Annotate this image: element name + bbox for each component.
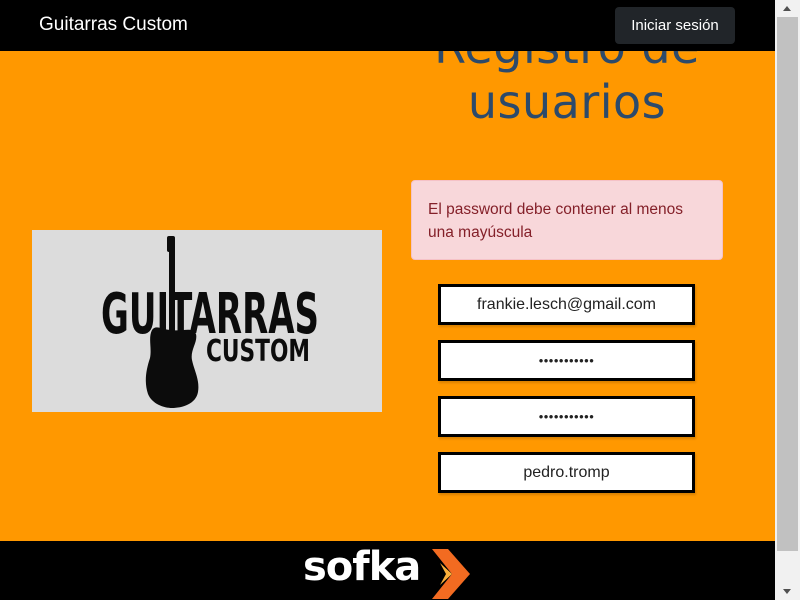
- sofka-arrow-icon: [432, 549, 470, 599]
- sofka-logo-text: sofka: [303, 544, 421, 590]
- scrollbar-thumb[interactable]: [777, 17, 798, 551]
- brand-link[interactable]: Guitarras Custom: [39, 14, 188, 36]
- password-confirm-field[interactable]: [438, 396, 695, 437]
- scroll-up-arrow-icon[interactable]: [775, 0, 800, 17]
- vertical-scrollbar[interactable]: [775, 0, 800, 600]
- password-error-alert: El password debe contener al menos una m…: [411, 180, 723, 260]
- logo-text-custom: CUSTOM: [206, 334, 310, 369]
- scroll-down-arrow-icon[interactable]: [775, 583, 800, 600]
- username-field[interactable]: [438, 452, 695, 493]
- top-navbar: Guitarras Custom Iniciar sesión: [0, 0, 775, 51]
- page: Registro de usuarios GUITARRAS CUSTOM El…: [0, 0, 775, 600]
- login-button[interactable]: Iniciar sesión: [615, 7, 735, 44]
- guitarras-custom-logo: GUITARRAS CUSTOM: [32, 230, 382, 412]
- password-field[interactable]: [438, 340, 695, 381]
- guitar-icon: GUITARRAS CUSTOM: [101, 236, 319, 408]
- email-field[interactable]: [438, 284, 695, 325]
- viewport: Registro de usuarios GUITARRAS CUSTOM El…: [0, 0, 775, 600]
